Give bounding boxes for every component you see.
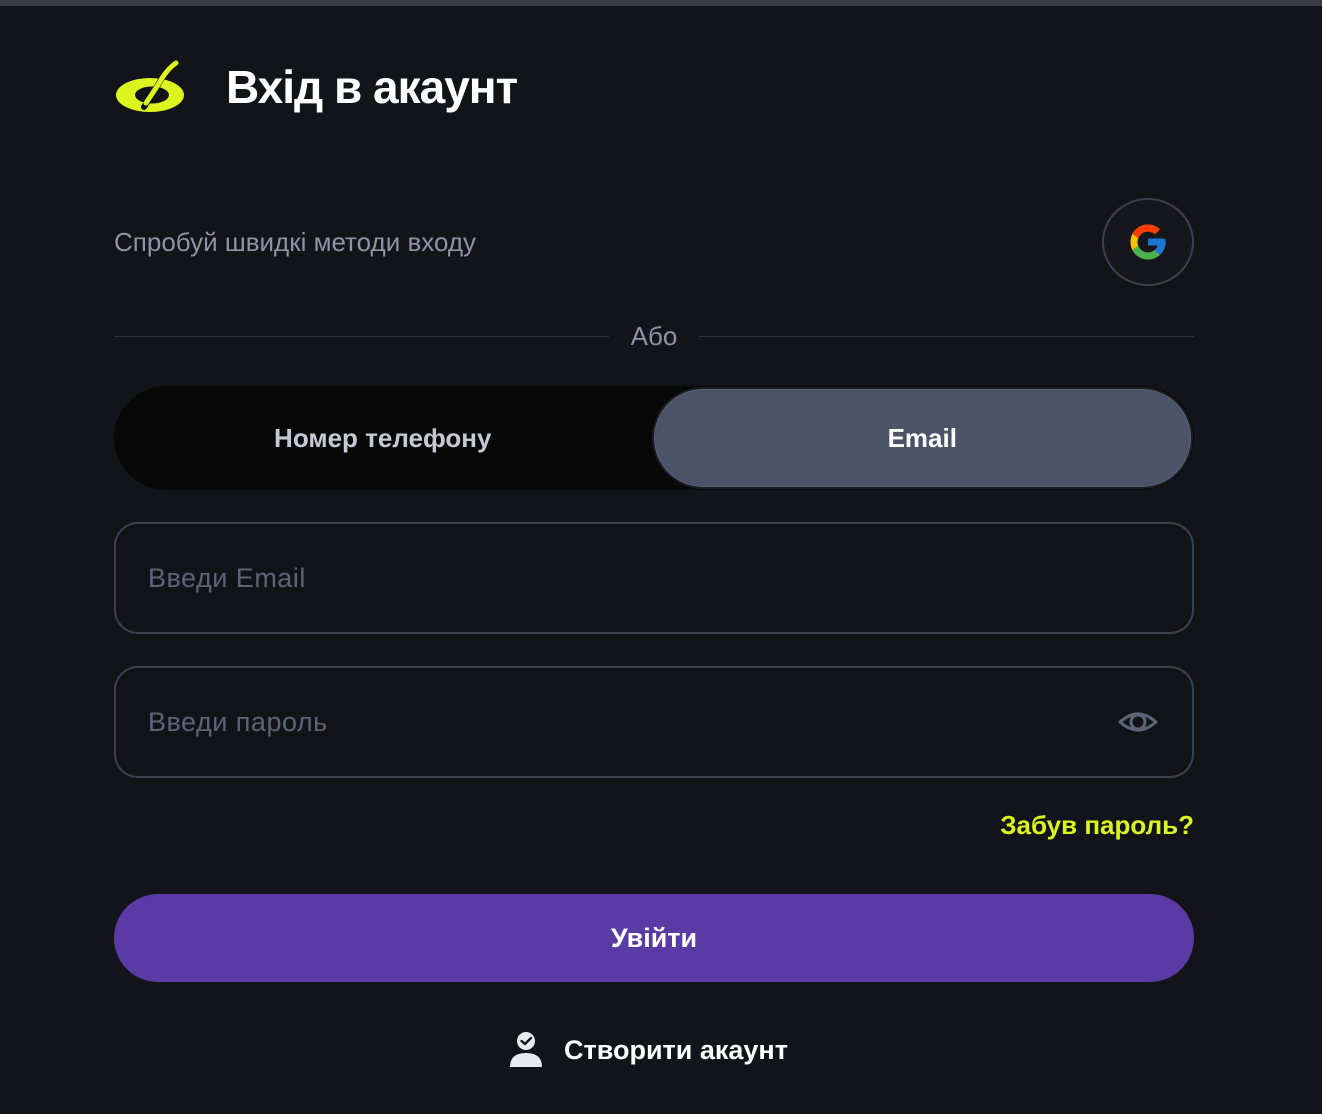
brand-logo-icon <box>116 58 184 112</box>
create-account-link[interactable]: Створити акаунт <box>508 1028 788 1072</box>
tab-phone-number[interactable]: Номер телефону <box>114 386 652 490</box>
quick-login-row: Спробуй швидкі методи входу <box>114 198 1194 286</box>
divider-line-left <box>114 335 609 337</box>
user-check-icon <box>510 1032 542 1067</box>
google-icon <box>1130 224 1166 260</box>
divider-label: Або <box>630 320 678 351</box>
tab-email[interactable]: Email <box>651 387 1193 489</box>
page-title: Вхід в акаунт <box>226 61 518 113</box>
or-divider: Або <box>114 316 1195 356</box>
password-input[interactable] <box>148 706 1116 738</box>
login-method-toggle: Номер телефону Email <box>114 386 1194 490</box>
eye-icon[interactable] <box>1116 700 1160 744</box>
login-button[interactable]: Увійти <box>114 894 1194 982</box>
page-header: Вхід в акаунт <box>114 52 518 122</box>
forgot-password-link[interactable]: Забув пароль? <box>1000 810 1194 841</box>
quick-login-text: Спробуй швидкі методи входу <box>114 226 477 257</box>
window-top-edge <box>0 0 1322 6</box>
email-input[interactable] <box>148 562 1160 594</box>
divider-line-right <box>699 335 1195 337</box>
google-login-button[interactable] <box>1102 198 1194 286</box>
create-account-label: Створити акаунт <box>564 1034 788 1065</box>
password-field[interactable] <box>114 666 1194 778</box>
email-field[interactable] <box>114 522 1194 634</box>
